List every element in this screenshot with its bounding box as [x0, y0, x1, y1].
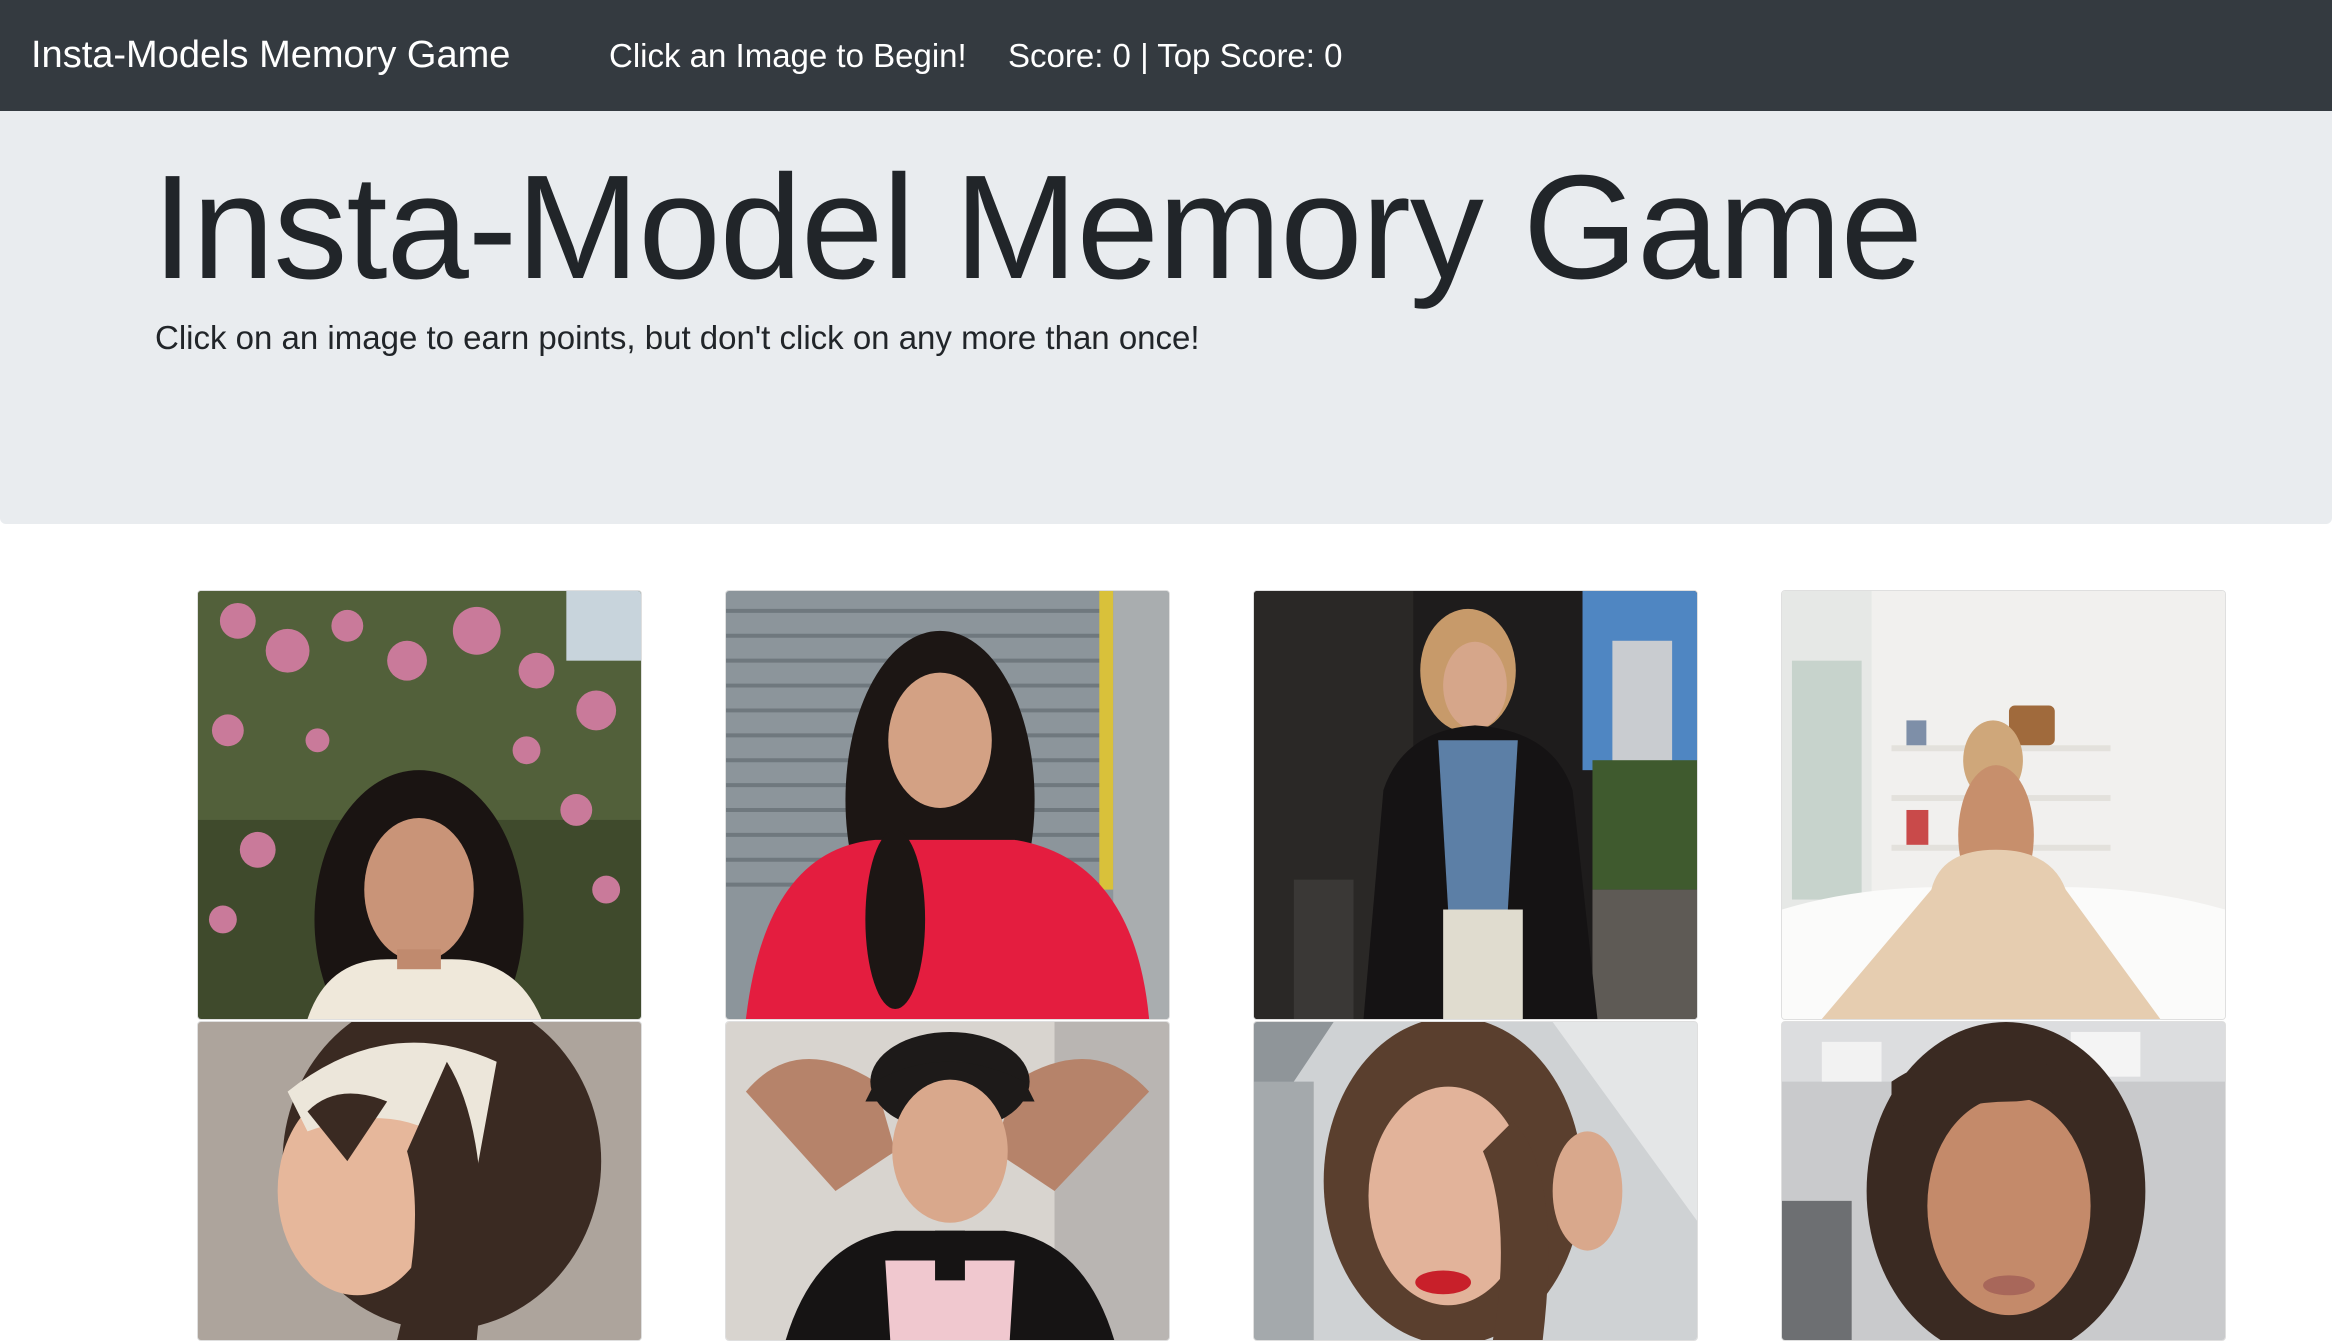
model-image-card-3[interactable] — [1253, 590, 1698, 1020]
page-instructions: Click on an image to earn points, but do… — [155, 319, 1200, 356]
model-image-5 — [198, 1022, 641, 1340]
model-image-2 — [726, 591, 1169, 1019]
model-image-4 — [1782, 591, 2225, 1019]
score-display: Score: 0 | Top Score: 0 — [1008, 36, 1343, 74]
model-image-3 — [1254, 591, 1697, 1019]
model-image-card-6[interactable] — [725, 1021, 1170, 1341]
navbar: Insta-Models Memory Game Click an Image … — [0, 0, 2332, 111]
model-image-card-4[interactable] — [1781, 590, 2226, 1020]
game-status-message: Click an Image to Begin! — [609, 36, 967, 74]
jumbotron-header: Insta-Model Memory Game Click on an imag… — [0, 111, 2332, 524]
navbar-brand[interactable]: Insta-Models Memory Game — [31, 34, 510, 77]
model-image-1 — [198, 591, 641, 1019]
model-image-6 — [726, 1022, 1169, 1340]
model-image-card-5[interactable] — [197, 1021, 642, 1341]
model-image-8 — [1782, 1022, 2225, 1340]
model-image-7 — [1254, 1022, 1697, 1340]
model-image-card-1[interactable] — [197, 590, 642, 1020]
model-image-card-7[interactable] — [1253, 1021, 1698, 1341]
page-title: Insta-Model Memory Game — [152, 145, 1923, 310]
model-image-card-2[interactable] — [725, 590, 1170, 1020]
model-image-card-8[interactable] — [1781, 1021, 2226, 1341]
